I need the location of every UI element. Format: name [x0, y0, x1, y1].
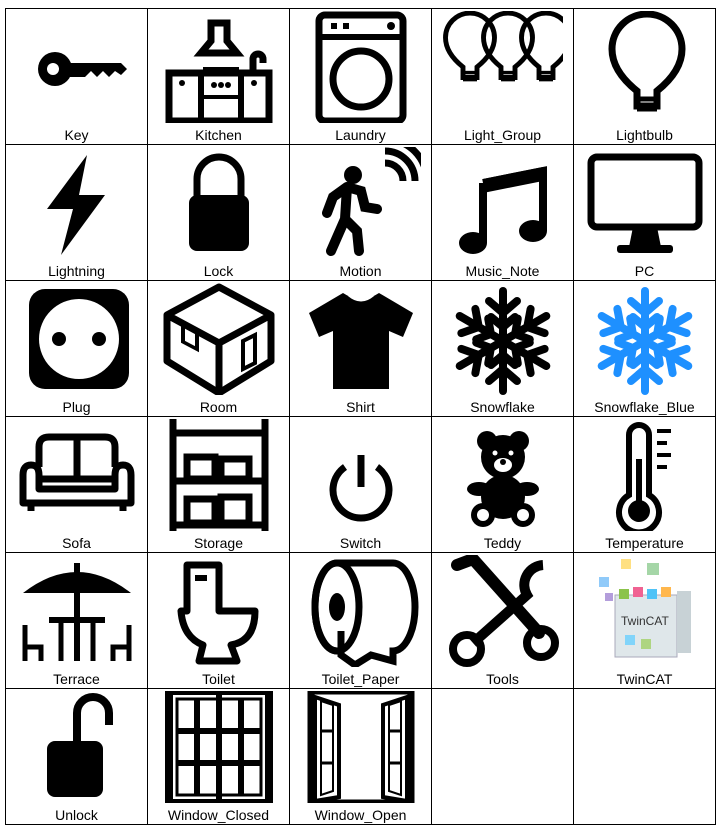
lock-icon — [189, 153, 249, 251]
teddy-icon — [467, 431, 539, 527]
music-note-icon — [459, 166, 547, 254]
toilet-paper-icon — [311, 559, 419, 667]
toilet-icon — [177, 561, 259, 665]
sofa-icon — [19, 433, 135, 511]
icon-label: Shirt — [346, 399, 375, 415]
unlock-icon — [47, 693, 113, 797]
cell-temperature: Temperature — [574, 417, 716, 553]
cell-teddy: Teddy — [432, 417, 574, 553]
terrace-icon — [22, 563, 132, 661]
cell-snowflake: Snowflake — [432, 281, 574, 417]
cell-toilet: Toilet — [148, 553, 290, 689]
cell-tools: Tools — [432, 553, 574, 689]
kitchen-icon — [165, 19, 273, 123]
icon-label: PC — [634, 263, 655, 279]
cell-terrace: Terrace — [6, 553, 148, 689]
icon-label: Toilet — [202, 671, 235, 687]
lightning-icon — [47, 155, 105, 255]
snowflake-icon — [455, 287, 551, 395]
icon-label: Window_Open — [314, 807, 407, 823]
icon-label: Lightning — [48, 263, 105, 279]
switch-icon — [329, 455, 393, 522]
icon-label: Teddy — [483, 535, 522, 551]
icon-label: Snowflake — [470, 399, 535, 415]
empty-cell — [574, 689, 716, 825]
cell-key: Key — [6, 9, 148, 145]
window-open-icon — [307, 691, 415, 803]
cell-snowflake-blue: Snowflake_Blue — [574, 281, 716, 417]
cell-storage: Storage — [148, 417, 290, 553]
cell-lightbulb: Lightbulb — [574, 9, 716, 145]
icon-label: Kitchen — [195, 127, 242, 143]
snowflake-blue-icon — [597, 287, 693, 395]
cell-shirt: Shirt — [290, 281, 432, 417]
cell-light-group: Light_Group — [432, 9, 574, 145]
cell-switch: Switch — [290, 417, 432, 553]
icon-label: Plug — [62, 399, 91, 415]
cell-room: Room — [148, 281, 290, 417]
plug-icon — [29, 289, 129, 389]
storage-icon — [169, 419, 269, 531]
icon-label: Tools — [486, 671, 519, 687]
icon-label: Music_Note — [465, 263, 540, 279]
laundry-icon — [315, 11, 407, 123]
icon-label: Motion — [339, 263, 382, 279]
icon-label: Lock — [203, 263, 234, 279]
icon-label: Sofa — [62, 535, 91, 551]
lightbulb-icon — [608, 11, 686, 112]
cell-lightning: Lightning — [6, 145, 148, 281]
icon-label: Toilet_Paper — [321, 671, 400, 687]
icon-label: Laundry — [335, 127, 386, 143]
cell-sofa: Sofa — [6, 417, 148, 553]
svg-text:TwinCAT: TwinCAT — [621, 614, 669, 628]
key-icon — [38, 52, 127, 86]
cell-music-note: Music_Note — [432, 145, 574, 281]
icon-label: Switch — [339, 535, 382, 551]
icon-label: Window_Closed — [167, 807, 270, 823]
icon-label: TwinCAT — [616, 671, 673, 687]
twincat-icon: TwinCAT — [599, 559, 691, 658]
cell-plug: Plug — [6, 281, 148, 417]
cell-kitchen: Kitchen — [148, 9, 290, 145]
light-group-icon — [443, 11, 563, 82]
cell-window-closed: Window_Closed — [148, 689, 290, 825]
cell-pc: PC — [574, 145, 716, 281]
icon-grid: Key Kitchen Laundry Light_Group Lightbulb Lig… — [5, 8, 716, 825]
shirt-icon — [309, 293, 413, 389]
icon-label: Storage — [193, 535, 244, 551]
window-closed-icon — [165, 691, 273, 803]
cell-motion: Motion — [290, 145, 432, 281]
icon-label: Unlock — [55, 807, 98, 823]
cell-toilet-paper: Toilet_Paper — [290, 553, 432, 689]
cell-laundry: Laundry — [290, 9, 432, 145]
room-icon — [163, 283, 275, 395]
icon-label: Snowflake_Blue — [594, 399, 695, 415]
cell-unlock: Unlock — [6, 689, 148, 825]
icon-label: Light_Group — [463, 127, 542, 143]
icon-label: Lightbulb — [616, 127, 673, 143]
cell-lock: Lock — [148, 145, 290, 281]
tools-icon — [449, 555, 559, 667]
icon-label: Temperature — [605, 535, 684, 551]
temperature-icon — [616, 422, 671, 531]
pc-icon — [587, 153, 703, 253]
empty-cell — [432, 689, 574, 825]
cell-window-open: Window_Open — [290, 689, 432, 825]
icon-label: Room — [199, 399, 238, 415]
cell-twincat: TwinCAT TwinCAT — [574, 553, 716, 689]
motion-icon — [322, 147, 421, 256]
icon-label: Terrace — [53, 671, 100, 687]
icon-label: Key — [64, 127, 89, 143]
